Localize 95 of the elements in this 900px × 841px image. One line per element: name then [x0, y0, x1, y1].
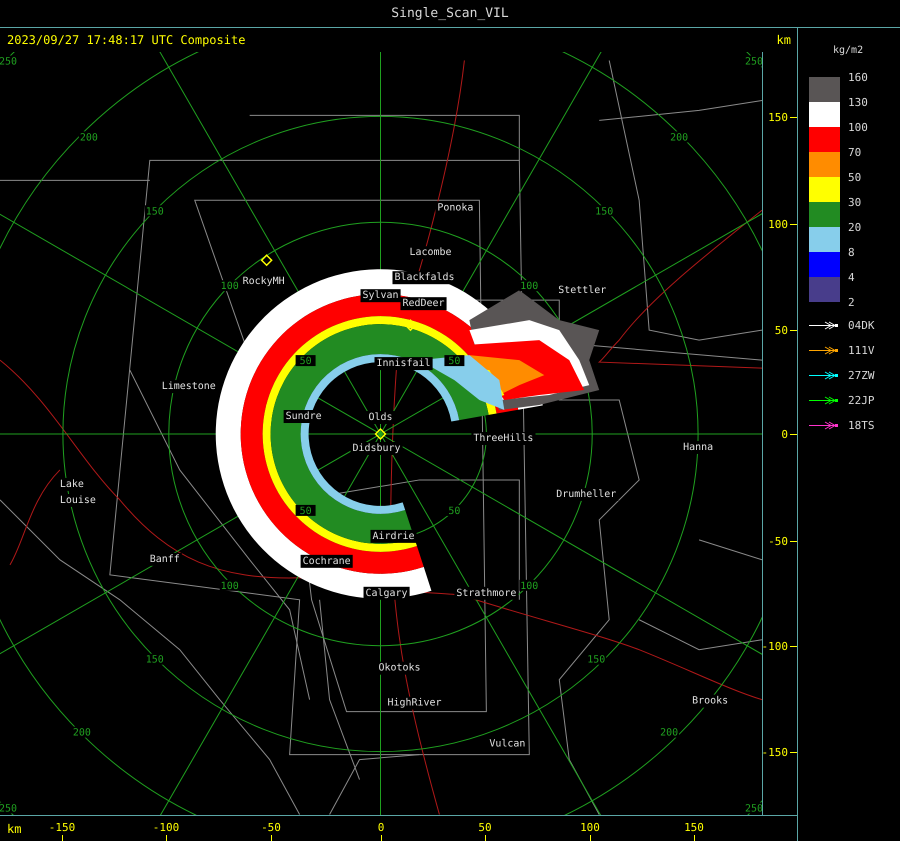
place-label: Louise — [60, 494, 96, 506]
legend-value: 30 — [848, 197, 862, 208]
place-label: Sylvan — [362, 290, 399, 302]
window-title: Single_Scan_VIL — [391, 4, 509, 23]
radar-site-icon — [374, 428, 387, 440]
place-label: Lacombe — [409, 247, 452, 258]
range-label: 50 — [448, 506, 460, 517]
place-label: Vulcan — [489, 738, 526, 750]
place-label: Banff — [150, 554, 180, 565]
axis-label: 50 — [477, 822, 493, 833]
place-label: Drumheller — [556, 488, 616, 500]
legend-unit: kg/m2 — [833, 46, 864, 56]
range-label: 100 — [520, 580, 538, 592]
legend-value: 70 — [848, 147, 862, 158]
range-label: 50 — [448, 356, 460, 368]
axis-tick — [790, 541, 797, 542]
axis-tick — [790, 646, 797, 647]
legend-value: 20 — [848, 222, 862, 233]
place-label: Ponoka — [437, 202, 474, 214]
place-label: Stettler — [558, 285, 606, 296]
axis-label: -50 — [260, 822, 282, 833]
place-label: Cochrane — [302, 556, 351, 567]
place-label: Airdrie — [372, 530, 415, 542]
place-label: Blackfalds — [394, 272, 455, 284]
axis-tick — [790, 330, 797, 331]
place-label: Hanna — [683, 442, 714, 453]
track-label: 27ZW — [848, 370, 874, 381]
range-label: 50 — [300, 356, 312, 368]
place-label: Okotoks — [378, 662, 421, 674]
place-label: Strathmore — [456, 588, 516, 599]
axis-tick — [381, 835, 382, 841]
range-label: 100 — [220, 281, 239, 292]
axis-label: -100 — [152, 822, 180, 833]
track-label: 04DK — [848, 320, 874, 331]
axis-label: 150 — [683, 822, 705, 833]
axis-label: 150 — [768, 112, 788, 123]
axis-tick — [485, 835, 486, 841]
range-label: 200 — [670, 132, 688, 144]
range-label: 200 — [72, 728, 91, 739]
axis-label: -50 — [768, 536, 788, 547]
place-label: Limestone — [162, 381, 216, 392]
range-label: 50 — [300, 506, 312, 517]
range-label: 100 — [220, 580, 239, 592]
place-label: Innisfail — [376, 358, 431, 370]
place-label: Sundre — [286, 411, 322, 422]
legend-value: 100 — [848, 122, 868, 133]
legend-value: 160 — [848, 72, 868, 83]
axis-tick — [790, 752, 797, 753]
range-label: 150 — [587, 654, 606, 666]
legend-value: 8 — [848, 247, 855, 258]
track-label: 111V — [848, 345, 874, 356]
range-label: 250 — [745, 804, 763, 814]
range-label: 250 — [745, 56, 763, 68]
axis-label: 50 — [774, 325, 788, 336]
range-label: 200 — [80, 132, 98, 144]
range-label: 200 — [660, 728, 678, 739]
axis-tick — [271, 835, 272, 841]
axis-label: -150 — [762, 747, 788, 758]
axis-label: 0 — [781, 429, 788, 440]
place-label: ThreeHills — [473, 433, 534, 444]
legend-value: 4 — [848, 272, 855, 283]
unit-label: km — [776, 32, 791, 49]
range-label: 150 — [595, 206, 614, 218]
axis-tick — [62, 835, 63, 841]
timestamp: 2023/09/27 17:48:17 UTC Composite — [7, 32, 246, 49]
place-label: Calgary — [366, 588, 408, 599]
unit-label: km — [7, 823, 22, 835]
axis-label: 0 — [376, 822, 386, 833]
axis-tick — [166, 835, 167, 841]
axis-tick — [694, 835, 695, 841]
range-label: 150 — [146, 654, 164, 666]
place-label: RockyMH — [242, 276, 285, 288]
place-label: Lake — [60, 478, 84, 490]
range-label: 250 — [0, 56, 17, 68]
axis-tick — [790, 434, 797, 435]
axis-tick — [590, 835, 591, 841]
place-label: HighRiver — [388, 698, 442, 709]
axis-tick — [790, 224, 797, 225]
axis-label: -100 — [762, 641, 788, 652]
place-label: RedDeer — [402, 298, 444, 310]
legend-value: 50 — [848, 172, 862, 183]
place-label: Olds — [368, 412, 393, 424]
axis-tick — [790, 117, 797, 118]
place-label: Didsbury — [352, 442, 401, 454]
track-label: 18TS — [848, 420, 874, 431]
legend-value: 2 — [848, 297, 855, 308]
track-label: 22JP — [848, 395, 874, 406]
axis-label: 100 — [768, 219, 788, 230]
axis-label: -150 — [48, 822, 76, 833]
legend-value: 130 — [848, 97, 868, 108]
range-label: 250 — [0, 804, 17, 814]
range-label: 100 — [520, 281, 538, 292]
range-label: 150 — [146, 206, 164, 218]
place-label: Brooks — [692, 696, 728, 707]
axis-label: 100 — [579, 822, 601, 833]
